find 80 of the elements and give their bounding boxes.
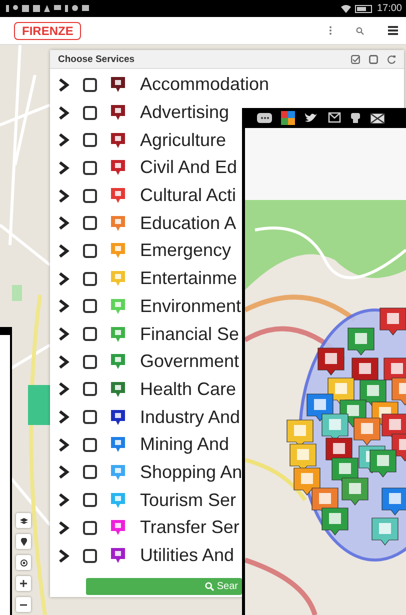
service-label[interactable]: Advertising <box>140 102 230 124</box>
chevron-icon[interactable] <box>58 410 70 424</box>
checkbox[interactable] <box>83 272 97 286</box>
checkbox[interactable] <box>83 244 97 258</box>
service-label[interactable]: Transfer Ser <box>140 517 240 538</box>
service-label[interactable]: Entertainme <box>140 268 238 290</box>
service-label[interactable]: Cultural Acti <box>140 185 236 206</box>
service-label[interactable]: Financial Se <box>140 324 240 345</box>
chevron-icon[interactable] <box>58 188 70 203</box>
location-button[interactable] <box>16 534 31 549</box>
layers-icon <box>20 518 28 524</box>
checkbox[interactable] <box>83 78 97 92</box>
checkbox[interactable] <box>83 133 97 148</box>
chevron-icon[interactable] <box>58 465 70 480</box>
city-title: FIRENZE <box>14 22 82 40</box>
more-icon[interactable] <box>329 26 332 35</box>
layers-button[interactable] <box>16 513 31 528</box>
chevron-icon[interactable] <box>58 106 70 120</box>
refresh-icon[interactable] <box>387 54 396 64</box>
zoom-in-button[interactable] <box>16 576 31 591</box>
service-label[interactable]: Mining And <box>140 434 230 456</box>
service-label[interactable]: Industry And <box>140 406 240 428</box>
chevron-icon[interactable] <box>58 299 70 314</box>
checkbox[interactable] <box>83 548 97 563</box>
checkbox[interactable] <box>83 493 97 508</box>
checkbox[interactable] <box>83 354 97 369</box>
checkbox[interactable] <box>83 327 97 342</box>
chat-icon[interactable] <box>257 113 272 123</box>
checkbox[interactable] <box>83 438 97 452</box>
zoom-out-button[interactable] <box>16 597 31 612</box>
pin-icon <box>20 538 26 546</box>
checkbox[interactable] <box>83 465 97 480</box>
list-icon[interactable] <box>388 26 398 35</box>
checkbox[interactable] <box>83 216 97 230</box>
checkbox[interactable] <box>83 188 97 203</box>
envelope-icon[interactable] <box>370 112 385 124</box>
checkbox[interactable] <box>83 520 97 535</box>
service-label[interactable]: Utilities And <box>140 545 234 566</box>
service-label[interactable]: Emergency <box>140 240 232 262</box>
service-label[interactable]: Government <box>140 351 240 372</box>
select-all-icon[interactable] <box>351 54 360 64</box>
chevron-icon[interactable] <box>58 438 70 452</box>
minus-icon <box>20 604 27 606</box>
service-label[interactable]: Health Care <box>140 378 236 400</box>
battery-icon <box>354 4 373 12</box>
panel-title: Choose Services <box>58 54 135 64</box>
triangle-icon <box>44 5 50 12</box>
wifi-icon <box>340 4 351 13</box>
plus-icon <box>20 580 27 587</box>
chevron-icon[interactable] <box>58 548 70 563</box>
service-label[interactable]: Environment <box>140 296 242 317</box>
service-label[interactable]: Accommodation <box>140 74 270 96</box>
chevron-icon[interactable] <box>58 78 70 92</box>
checkbox[interactable] <box>83 382 97 396</box>
target-icon <box>20 558 28 566</box>
status-time: 17:00 <box>376 3 402 14</box>
chevron-icon[interactable] <box>58 160 70 175</box>
chevron-icon[interactable] <box>58 520 70 535</box>
chevron-icon[interactable] <box>58 327 70 342</box>
chevron-icon[interactable] <box>58 354 70 369</box>
deselect-all-icon[interactable] <box>369 54 378 64</box>
chevron-icon[interactable] <box>58 216 70 230</box>
bird-icon[interactable] <box>304 112 318 124</box>
checkbox[interactable] <box>83 299 97 314</box>
search-icon[interactable] <box>356 26 364 34</box>
chevron-icon[interactable] <box>58 133 70 148</box>
chevron-icon[interactable] <box>58 382 70 396</box>
chevron-icon[interactable] <box>58 244 70 258</box>
search-icon <box>204 582 214 591</box>
checkbox[interactable] <box>83 410 97 424</box>
service-label[interactable]: Civil And Ed <box>140 157 238 178</box>
locate-button[interactable] <box>16 555 31 570</box>
service-label[interactable]: Tourism Ser <box>140 490 236 511</box>
chevron-icon[interactable] <box>58 493 70 508</box>
checkbox[interactable] <box>83 106 97 120</box>
checkbox[interactable] <box>83 160 97 175</box>
service-label[interactable]: Education A <box>140 212 236 234</box>
service-label[interactable]: Agriculture <box>140 130 226 151</box>
service-label[interactable]: Shopping An <box>140 462 242 483</box>
chevron-icon[interactable] <box>58 272 70 286</box>
